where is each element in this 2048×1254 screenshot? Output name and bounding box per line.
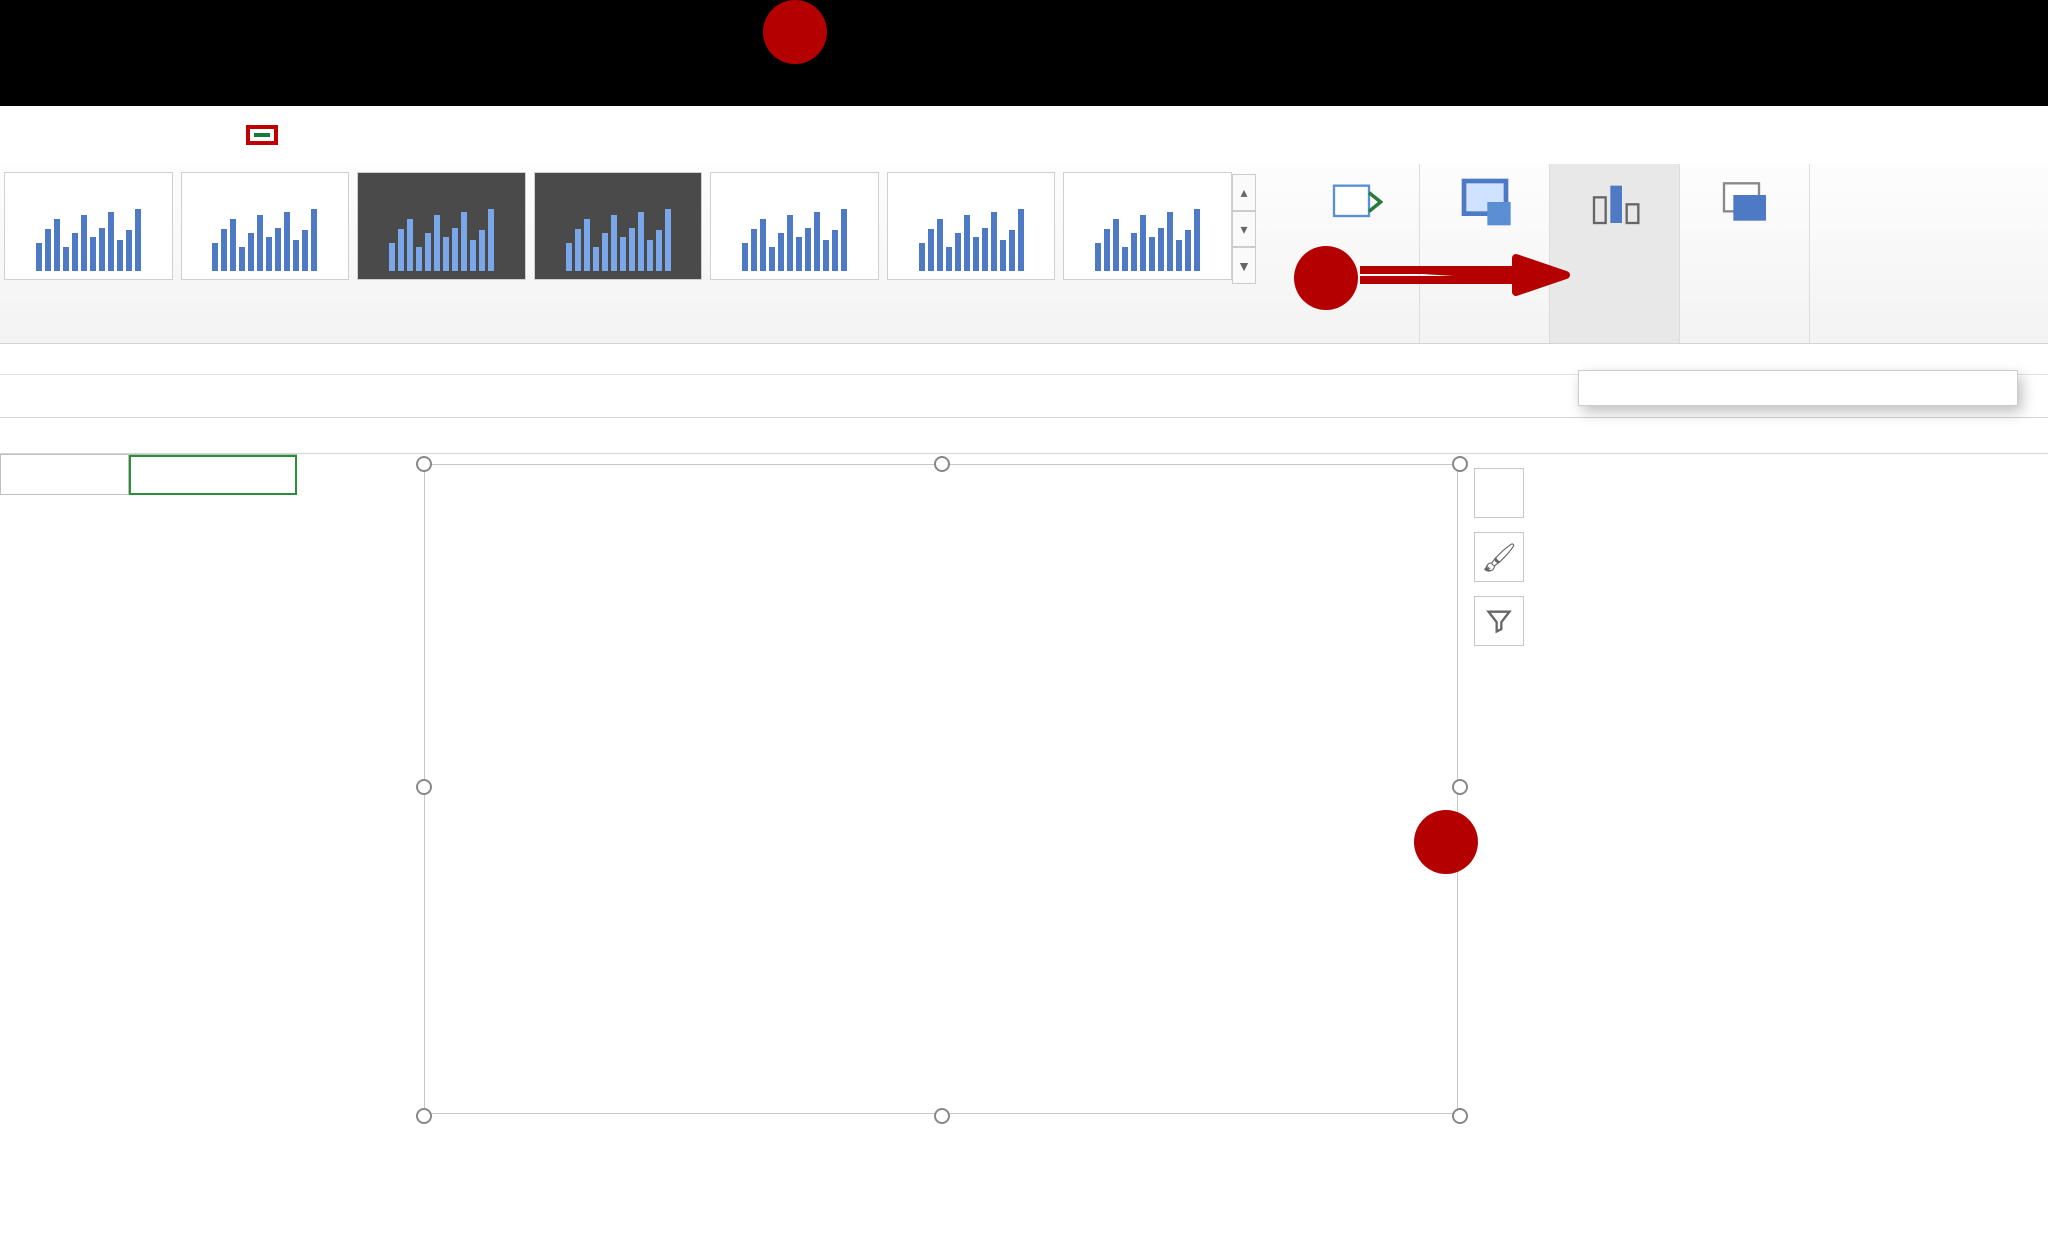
callout-2 bbox=[763, 0, 827, 64]
chart-style-3[interactable] bbox=[357, 172, 526, 280]
callout-3 bbox=[1294, 246, 1358, 310]
chart-style-1[interactable] bbox=[4, 172, 173, 280]
tab-format[interactable] bbox=[278, 125, 318, 145]
select-data-icon bbox=[1457, 174, 1513, 230]
chart-style-2[interactable] bbox=[181, 172, 350, 280]
chart-styles-gallery[interactable] bbox=[0, 172, 1232, 292]
funnel-icon bbox=[1485, 607, 1513, 635]
chart-filters-button[interactable] bbox=[1474, 596, 1524, 646]
gallery-up-icon[interactable]: ▴ bbox=[1232, 174, 1256, 211]
tab-view[interactable] bbox=[126, 125, 166, 145]
switch-rowcol-icon bbox=[1327, 174, 1383, 230]
chart-styles-button[interactable]: 🖌 bbox=[1474, 532, 1524, 582]
embedded-chart[interactable] bbox=[424, 464, 1458, 1114]
brush-icon: 🖌 bbox=[1481, 541, 1517, 574]
ribbon-panel: ▴ ▾ ▼ bbox=[0, 164, 1290, 344]
tab-help[interactable] bbox=[206, 125, 246, 145]
ribbon-tabs bbox=[0, 106, 1290, 164]
chart-style-4[interactable] bbox=[534, 172, 703, 280]
header-sales[interactable] bbox=[129, 455, 297, 495]
tab-formulas[interactable] bbox=[6, 125, 46, 145]
header-year[interactable] bbox=[1, 455, 129, 495]
worksheet[interactable]: 🖌 bbox=[0, 454, 2048, 1254]
chart-style-5[interactable] bbox=[710, 172, 879, 280]
move-chart-button[interactable] bbox=[1680, 164, 1810, 343]
gallery-scroll[interactable]: ▴ ▾ ▼ bbox=[1232, 174, 1256, 284]
tab-data[interactable] bbox=[46, 125, 86, 145]
data-table[interactable] bbox=[0, 454, 297, 495]
tab-review[interactable] bbox=[86, 125, 126, 145]
column-headers[interactable] bbox=[0, 418, 2048, 454]
callout-1 bbox=[1414, 810, 1478, 874]
chart-side-buttons: 🖌 bbox=[1474, 468, 1524, 646]
change-chart-type-tooltip bbox=[1578, 370, 2018, 406]
excel-window: ▴ ▾ ▼ bbox=[0, 106, 2048, 1216]
tab-developer[interactable] bbox=[166, 125, 206, 145]
chart-style-6[interactable] bbox=[887, 172, 1056, 280]
tab-chart-design[interactable] bbox=[246, 125, 278, 145]
change-chart-type-icon bbox=[1587, 174, 1643, 230]
gallery-down-icon[interactable]: ▾ bbox=[1232, 211, 1256, 248]
chart-plot-area[interactable] bbox=[555, 489, 1421, 1029]
gallery-more-icon[interactable]: ▼ bbox=[1232, 247, 1256, 284]
chart-style-7[interactable] bbox=[1063, 172, 1232, 280]
arrow-icon bbox=[1356, 250, 1576, 310]
chart-elements-button[interactable] bbox=[1474, 468, 1524, 518]
move-chart-icon bbox=[1717, 174, 1773, 230]
